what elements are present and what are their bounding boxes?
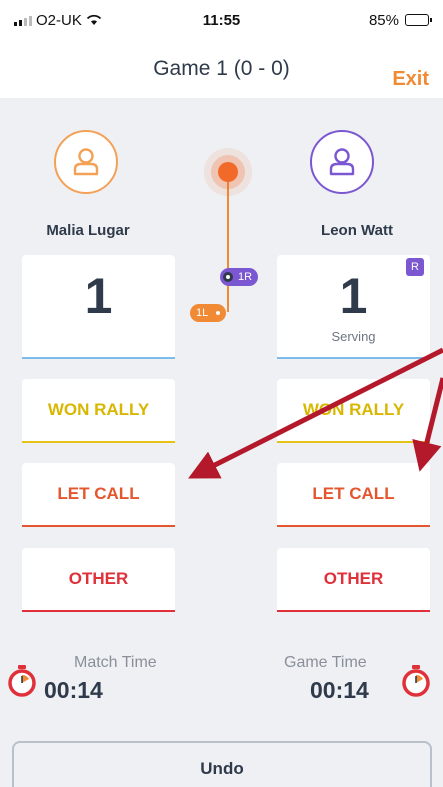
page-title: Game 1 (0 - 0): [153, 57, 290, 80]
ring-icon: [223, 272, 233, 282]
battery-percent: 85%: [368, 11, 399, 29]
right-score: 1: [339, 268, 368, 324]
user-icon: [73, 148, 99, 176]
status-left: O2-UK: [14, 12, 102, 29]
serve-track: [227, 172, 229, 312]
left-score: 1: [84, 268, 113, 324]
left-player-name: Malia Lugar: [46, 222, 130, 239]
left-score-card: 1: [22, 255, 175, 359]
right-won-rally-button[interactable]: WON RALLY: [277, 379, 430, 443]
right-player-name: Leon Watt: [321, 222, 393, 239]
serving-status: Serving: [331, 329, 376, 344]
right-other-button[interactable]: OTHER: [277, 548, 430, 612]
left-won-rally-button[interactable]: WON RALLY: [22, 379, 175, 443]
exit-button[interactable]: Exit: [392, 68, 429, 91]
status-bar: O2-UK 11:55 85%: [0, 0, 443, 40]
carrier-label: O2-UK: [36, 11, 82, 29]
right-score-card: R 1 Serving: [277, 255, 430, 359]
game-time-value: 00:14: [310, 677, 369, 703]
user-icon: [329, 148, 355, 176]
right-player-avatar: [310, 130, 374, 194]
signal-icon: [14, 14, 32, 26]
left-let-call-button[interactable]: LET CALL: [22, 463, 175, 527]
status-time: 11:55: [202, 11, 241, 29]
stopwatch-icon: [8, 665, 36, 697]
status-right: 85%: [368, 11, 432, 29]
battery-icon: [405, 14, 432, 26]
serve-side-left-pill[interactable]: 1L: [190, 304, 227, 322]
wifi-icon: [86, 14, 101, 25]
serve-side-left-label: 1L: [196, 307, 209, 319]
undo-button[interactable]: Undo: [12, 741, 432, 787]
serve-side-right-label: 1R: [238, 271, 253, 283]
stopwatch-icon: [402, 665, 430, 697]
ring-icon: [213, 308, 224, 318]
serve-position-dot: [218, 162, 238, 182]
match-time-value: 00:14: [44, 677, 103, 703]
left-other-button[interactable]: OTHER: [22, 548, 175, 612]
right-let-call-button[interactable]: LET CALL: [277, 463, 430, 527]
left-player-avatar: [54, 130, 118, 194]
game-time-label: Game Time: [284, 654, 367, 671]
header: Game 1 (0 - 0): [0, 40, 443, 98]
match-time-label: Match Time: [74, 654, 157, 671]
serve-side-right-pill[interactable]: 1R: [220, 268, 259, 286]
